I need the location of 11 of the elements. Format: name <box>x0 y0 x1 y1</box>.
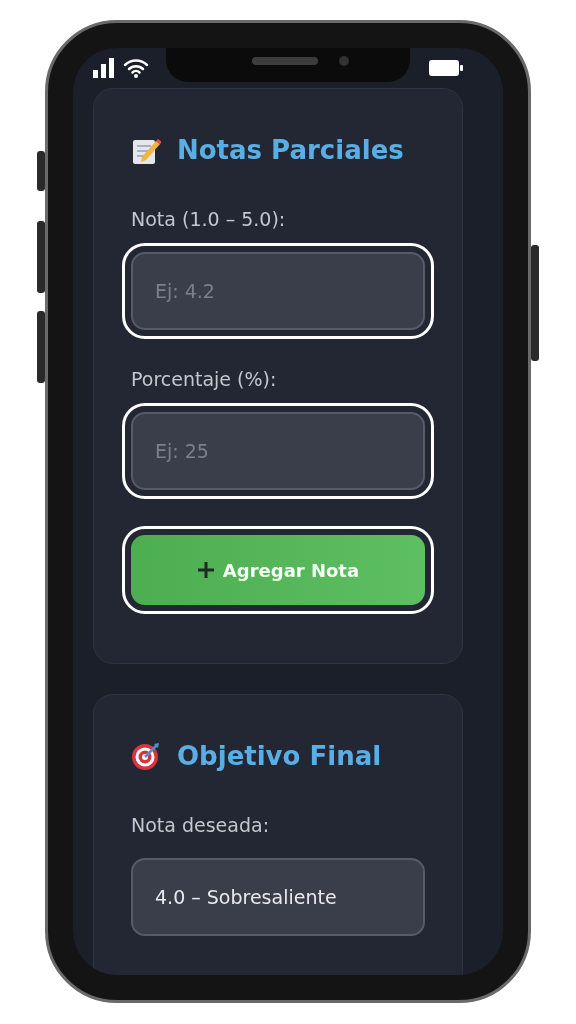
battery-icon <box>429 60 463 76</box>
card-title: Notas Parciales <box>177 134 404 167</box>
field-label: Porcentaje (%): <box>131 367 278 392</box>
field-label: Nota deseada: <box>131 813 271 838</box>
target-icon <box>131 741 161 771</box>
signal-icon <box>93 58 115 78</box>
field-label: Nota (1.0 – 5.0): <box>131 207 287 232</box>
plus-icon <box>196 561 215 579</box>
card-title: Objetivo Final <box>177 740 382 773</box>
wifi-icon <box>123 58 149 78</box>
select-field[interactable]: 4.0 – Sobresaliente <box>131 858 425 936</box>
